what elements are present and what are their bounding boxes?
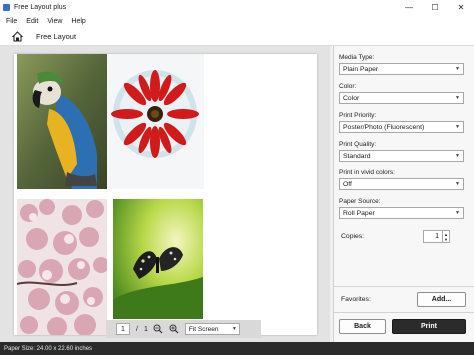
photo-butterfly[interactable] — [113, 199, 203, 319]
status-bar: Paper Size: 24.00 x 22.60 inches — [0, 342, 474, 355]
print-priority-label: Print Priority: — [339, 112, 377, 119]
media-type-select[interactable]: Plain Paper ▼ — [339, 63, 464, 75]
close-icon[interactable]: ✕ — [448, 0, 474, 14]
chevron-down-icon: ▼ — [455, 124, 460, 130]
copies-label: Copies: — [341, 233, 365, 240]
paper-source-value: Roll Paper — [343, 209, 375, 217]
print-settings-panel: Media Type: Plain Paper ▼ Color: Color ▼… — [333, 46, 474, 342]
zoom-value: Fit Screen — [188, 325, 219, 333]
copies-stepper[interactable]: ▲ ▼ — [443, 230, 450, 243]
chevron-down-icon: ▼ — [455, 210, 460, 216]
color-value: Color — [343, 94, 360, 102]
copies-input[interactable]: 1 — [423, 230, 443, 243]
title-bar: Free Layout plus — ☐ ✕ — [0, 0, 474, 14]
color-label: Color: — [339, 83, 357, 90]
zoom-in-icon[interactable] — [169, 324, 180, 335]
app-icon — [3, 3, 10, 11]
add-favorite-button[interactable]: Add... — [417, 292, 466, 307]
menu-edit[interactable]: Edit — [26, 18, 38, 25]
menu-view[interactable]: View — [47, 18, 62, 25]
preview-area: 1 / 1 Fit Screen ▼ — [0, 46, 330, 342]
favorites-label: Favorites: — [341, 296, 371, 303]
paper-source-select[interactable]: Roll Paper ▼ — [339, 207, 464, 219]
home-icon[interactable] — [10, 30, 24, 44]
photo-gerbera[interactable] — [107, 54, 204, 189]
chevron-down-icon: ▼ — [455, 66, 460, 72]
photo-cherry-blossom[interactable] — [17, 199, 107, 335]
paper-size-status: Paper Size: 24.00 x 22.60 inches — [4, 345, 93, 352]
paper-source-label: Paper Source: — [339, 198, 381, 205]
menu-file[interactable]: File — [6, 18, 17, 25]
divider — [334, 312, 474, 313]
media-type-label: Media Type: — [339, 54, 375, 61]
page-navigation: 1 / 1 Fit Screen ▼ — [106, 320, 261, 338]
print-priority-select[interactable]: Poster/Photo (Fluorescent) ▼ — [339, 121, 464, 133]
vivid-colors-select[interactable]: Off ▼ — [339, 178, 464, 190]
back-button[interactable]: Back — [339, 319, 386, 334]
chevron-down-icon: ▼ — [231, 326, 237, 332]
window-title: Free Layout plus — [14, 3, 67, 11]
menu-bar: File Edit View Help — [0, 14, 474, 28]
zoom-select[interactable]: Fit Screen ▼ — [184, 323, 240, 335]
print-priority-value: Poster/Photo (Fluorescent) — [343, 123, 425, 131]
page-separator: / — [136, 325, 138, 333]
print-quality-value: Standard — [343, 152, 371, 160]
toolbar: Free Layout — [0, 28, 474, 46]
print-quality-select[interactable]: Standard ▼ — [339, 150, 464, 162]
vivid-colors-value: Off — [343, 180, 352, 188]
media-type-value: Plain Paper — [343, 65, 379, 73]
total-pages: 1 — [143, 325, 148, 333]
print-quality-label: Print Quality: — [339, 141, 377, 148]
photo-parrot[interactable] — [17, 54, 107, 189]
chevron-down-icon: ▼ — [455, 95, 460, 101]
vivid-colors-label: Print in vivid colors: — [339, 169, 395, 176]
chevron-down-icon[interactable]: ▼ — [444, 237, 448, 242]
maximize-icon[interactable]: ☐ — [422, 0, 448, 14]
current-page-input[interactable]: 1 — [116, 323, 130, 335]
color-select[interactable]: Color ▼ — [339, 92, 464, 104]
layout-page: 1 / 1 Fit Screen ▼ — [14, 54, 317, 338]
layout-name: Free Layout — [36, 32, 77, 41]
chevron-down-icon: ▼ — [455, 153, 460, 159]
menu-help[interactable]: Help — [71, 18, 85, 25]
chevron-down-icon: ▼ — [455, 181, 460, 187]
print-button[interactable]: Print — [392, 319, 466, 334]
zoom-out-icon[interactable] — [153, 324, 164, 335]
divider — [334, 286, 474, 287]
window-controls: — ☐ ✕ — [396, 0, 474, 14]
minimize-icon[interactable]: — — [396, 0, 422, 14]
